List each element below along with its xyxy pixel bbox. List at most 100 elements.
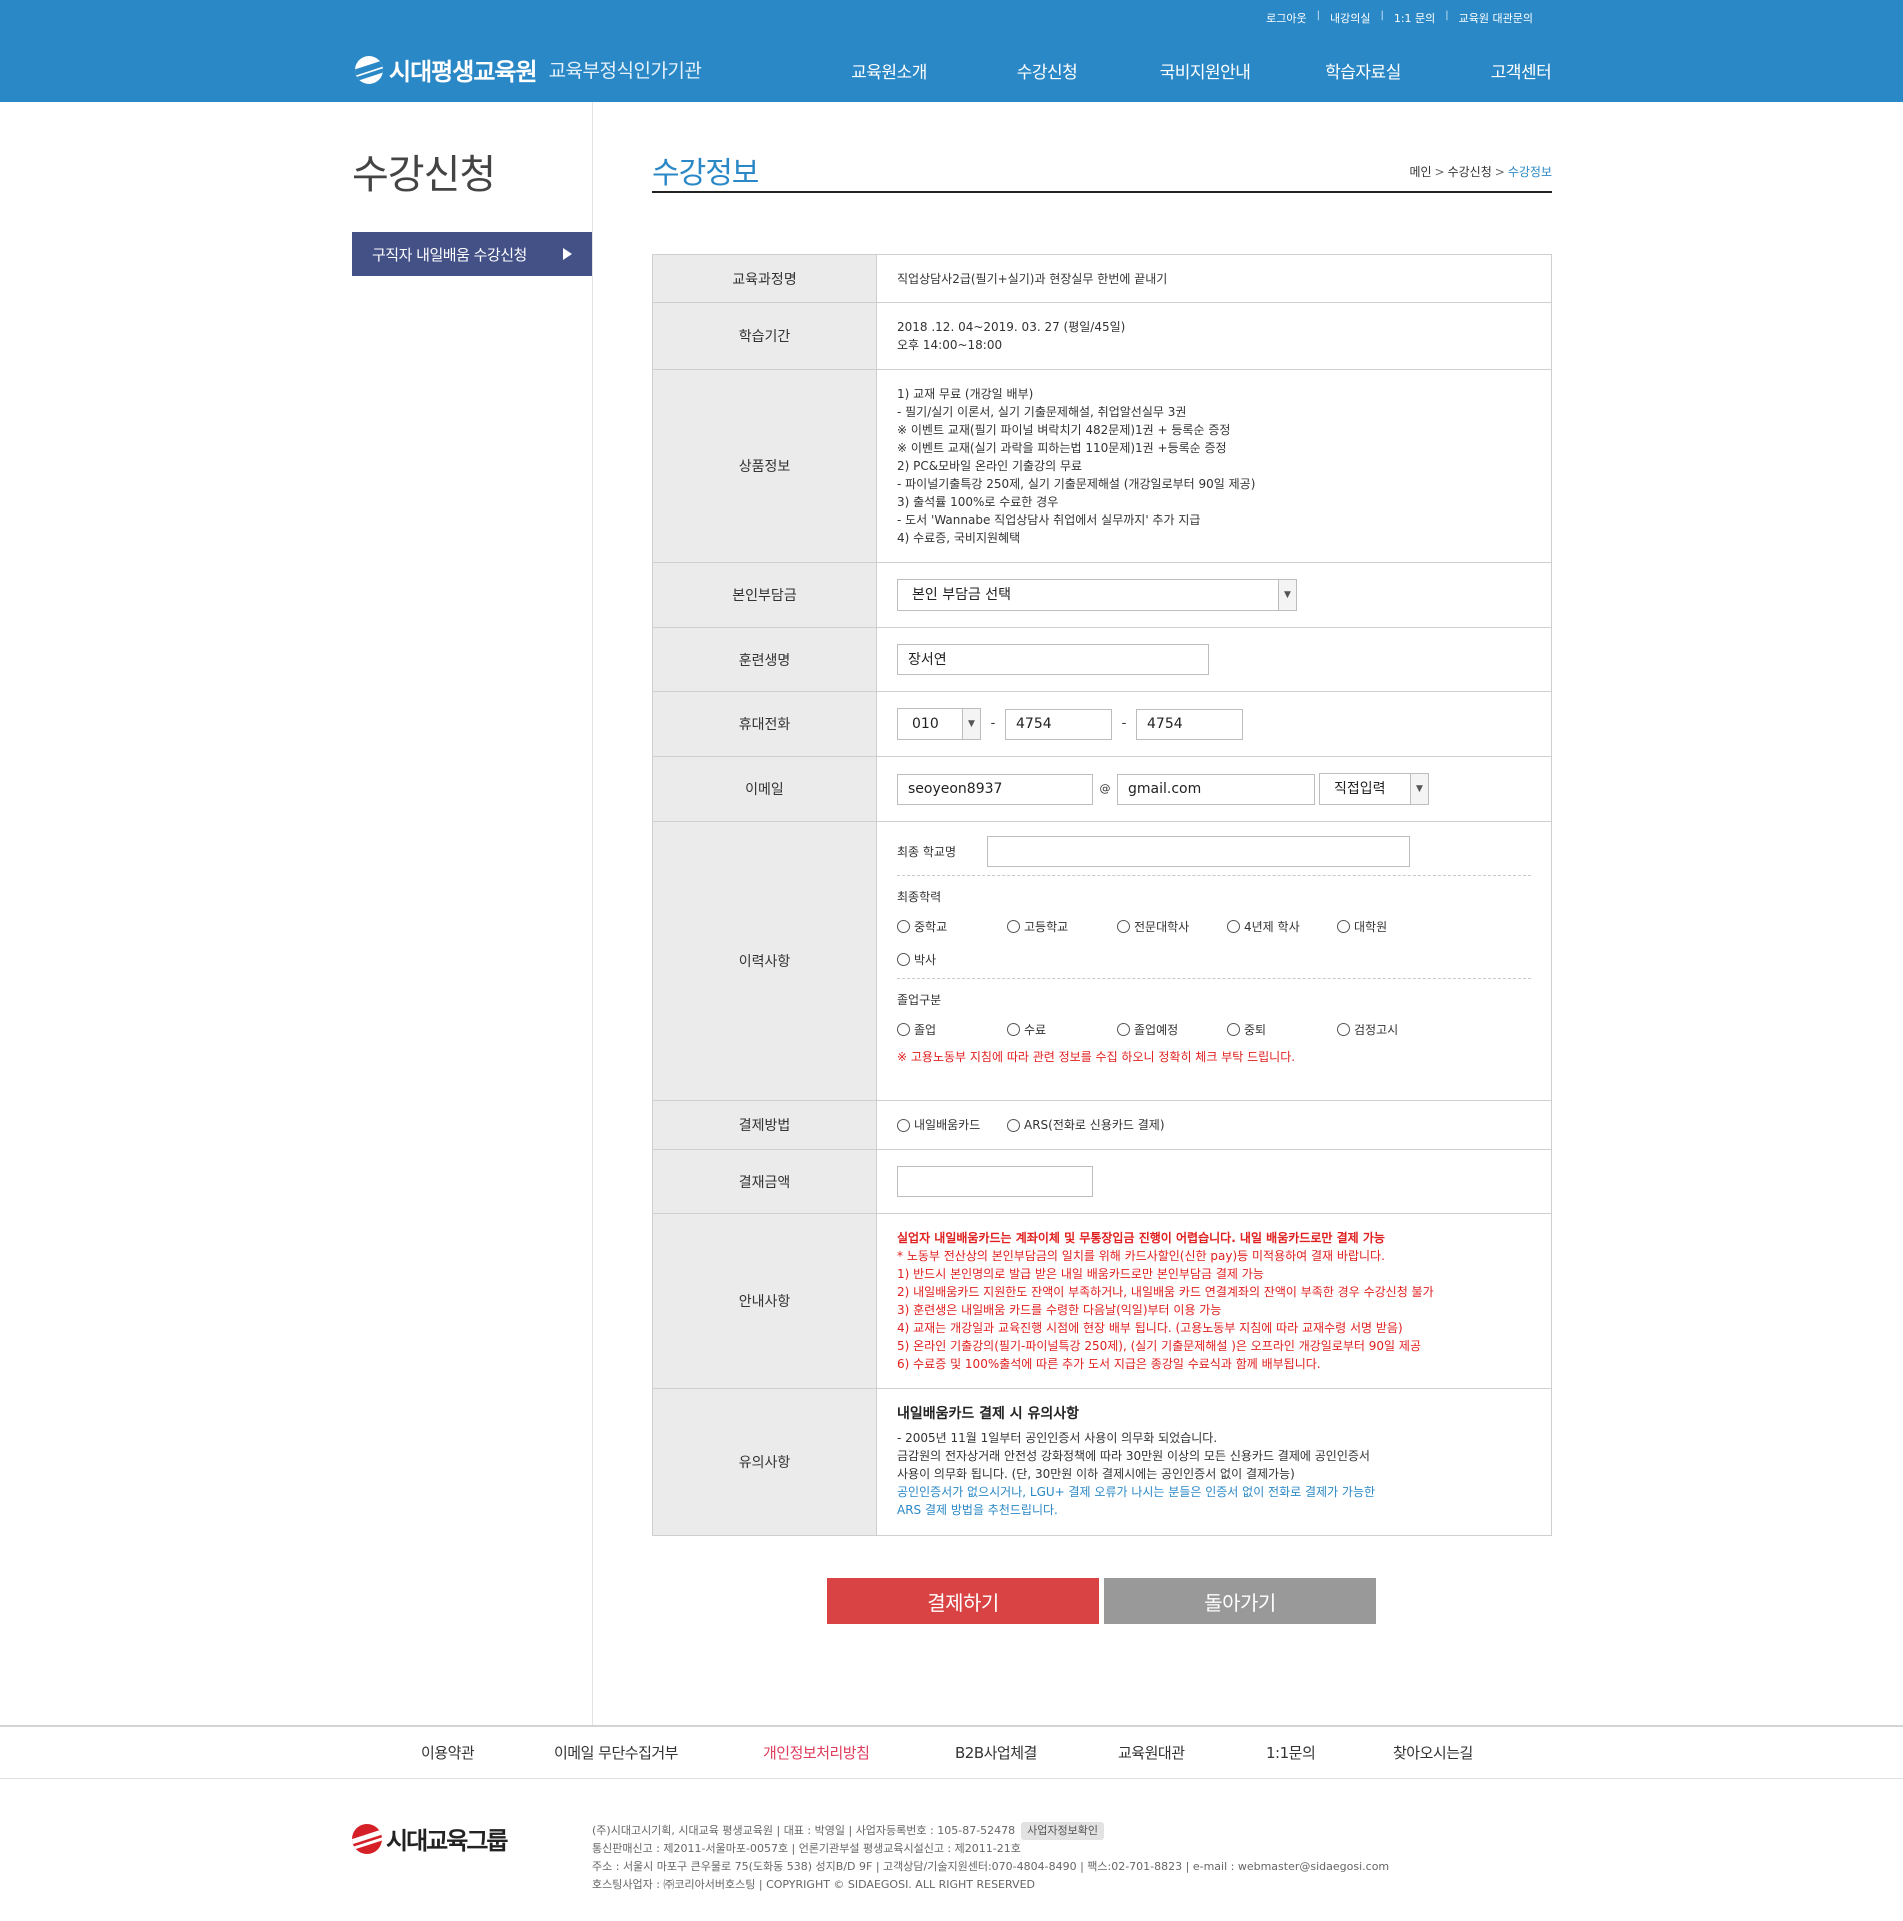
footer-link-rental[interactable]: 교육원대관 <box>1118 1742 1185 1763</box>
nav-resources[interactable]: 학습자료실 <box>1284 58 1442 83</box>
row-trainee: 훈련생명 장서연 <box>653 628 1551 692</box>
logout-link[interactable]: 로그아웃 <box>1256 10 1316 26</box>
footer-link-b2b[interactable]: B2B사업체결 <box>955 1742 1037 1763</box>
grad-option-expected[interactable]: 졸업예정 <box>1117 1013 1227 1046</box>
company-info-line: (주)시대고시기획, 시대교육 평생교육원 | 대표 : 박영일 | 사업자등록… <box>592 1824 1016 1837</box>
sidebar-item-job-seeker-enroll[interactable]: 구직자 내일배움 수강신청 <box>352 232 592 276</box>
phone-last-input[interactable]: 4754 <box>1136 708 1243 740</box>
footer-link-directions[interactable]: 찾아오시는길 <box>1393 1742 1473 1763</box>
nav-national-support[interactable]: 국비지원안내 <box>1126 58 1284 83</box>
radio-icon <box>897 1023 910 1036</box>
email-id-input[interactable]: seoyeon8937 <box>897 773 1093 805</box>
business-info-button[interactable]: 사업자정보확인 <box>1021 1822 1104 1840</box>
email-at: @ <box>1099 782 1111 795</box>
phone-middle-input[interactable]: 4754 <box>1005 708 1112 740</box>
grad-option-ged[interactable]: 검정고시 <box>1337 1013 1447 1046</box>
edu-option-middle-school[interactable]: 중학교 <box>897 910 1007 943</box>
product-line: 4) 수료증, 국비지원혜택 <box>897 531 1021 545</box>
pay-button[interactable]: 결제하기 <box>827 1578 1099 1624</box>
footer-link-inquiry[interactable]: 1:1문의 <box>1266 1742 1316 1763</box>
row-course: 교육과정명 직업상담사2급(필기+실기)과 현장실무 한번에 끝내기 <box>653 255 1551 303</box>
radio-icon <box>897 953 910 966</box>
title-underline <box>652 191 1552 193</box>
label-self-pay: 본인부담금 <box>653 563 877 627</box>
radio-icon <box>1337 1023 1350 1036</box>
logo-subtitle: 교육부정식인가기관 <box>548 60 702 82</box>
education-radios: 중학교 고등학교 전문대학사 4년제 학사 대학원 박사 <box>897 910 1531 976</box>
label-amount: 결재금액 <box>653 1150 877 1213</box>
period-dates: 2018 .12. 04~2019. 03. 27 (평일/45일) <box>897 320 1126 334</box>
edu-option-high-school[interactable]: 고등학교 <box>1007 910 1117 943</box>
footer-logo: 시대교육그룹 <box>352 1821 508 1856</box>
row-self-pay: 본인부담금 본인 부담금 선택 ▼ <box>653 563 1551 628</box>
row-phone: 휴대전화 010 ▼ - 4754 - 4754 <box>653 692 1551 757</box>
school-name-input[interactable] <box>987 836 1410 867</box>
row-caution: 유의사항 내일배움카드 결제 시 유의사항 - 2005년 11월 1일부터 공… <box>653 1389 1551 1535</box>
product-line: 2) PC&모바일 온라인 기출강의 무료 <box>897 459 1083 473</box>
radio-icon <box>1337 920 1350 933</box>
edu-option-bachelor[interactable]: 4년제 학사 <box>1227 910 1337 943</box>
chevron-right-icon: > <box>1494 165 1505 179</box>
sidebar-divider <box>592 102 593 1726</box>
radio-icon <box>897 920 910 933</box>
row-period: 학습기간 2018 .12. 04~2019. 03. 27 (평일/45일) … <box>653 303 1551 370</box>
sidebar-title: 수강신청 <box>352 152 496 198</box>
payment-option-card[interactable]: 내일배움카드 <box>897 1109 1007 1142</box>
grad-option-graduated[interactable]: 졸업 <box>897 1013 1007 1046</box>
nav-customer-center[interactable]: 고객센터 <box>1442 58 1600 83</box>
edu-option-junior-college[interactable]: 전문대학사 <box>1117 910 1227 943</box>
product-line: - 파이널기출특강 250제, 실기 기출문제해설 (개강일로부터 90일 제공… <box>897 477 1256 491</box>
grad-option-dropout[interactable]: 중퇴 <box>1227 1013 1337 1046</box>
company-info-line: 통신판매신고 : 제2011-서울마포-0057호 | 언론기관부설 평생교육시… <box>592 1842 1021 1855</box>
label-history: 이력사항 <box>653 822 877 1100</box>
company-info-line: 호스팅사업자 : ㈜코리아서버호스팅 | COPYRIGHT © SIDAEGO… <box>592 1878 1035 1891</box>
edu-option-graduate[interactable]: 대학원 <box>1337 910 1447 943</box>
amount-input[interactable] <box>897 1166 1093 1197</box>
my-classroom-link[interactable]: 내강의실 <box>1320 10 1380 26</box>
logo-name: 시대평생교육원 <box>389 58 538 86</box>
period-time: 오후 14:00~18:00 <box>897 338 1003 352</box>
chevron-down-icon: ▼ <box>1410 774 1428 804</box>
footer-link-privacy[interactable]: 개인정보처리방침 <box>763 1742 870 1763</box>
radio-icon <box>1227 1023 1240 1036</box>
radio-icon <box>897 1118 910 1132</box>
back-button[interactable]: 돌아가기 <box>1104 1578 1376 1624</box>
radio-icon <box>1007 920 1020 933</box>
label-guide: 안내사항 <box>653 1214 877 1388</box>
footer-link-terms[interactable]: 이용약관 <box>421 1742 475 1763</box>
guide-line: 4) 교재는 개강일과 교육진행 시점에 현장 배부 됩니다. (고용노동부 지… <box>897 1321 1403 1335</box>
row-product: 상품정보 1) 교재 무료 (개강일 배부) - 필기/실기 이론서, 실기 기… <box>653 370 1551 563</box>
self-pay-select[interactable]: 본인 부담금 선택 ▼ <box>897 579 1297 611</box>
breadcrumb-home[interactable]: 메인 <box>1409 165 1431 179</box>
footer-links: 이용약관 이메일 무단수집거부 개인정보처리방침 B2B사업체결 교육원대관 1… <box>0 1727 1903 1779</box>
radio-icon <box>1227 920 1240 933</box>
site-logo[interactable]: 시대평생교육원 교육부정식인가기관 <box>355 52 702 87</box>
inquiry-link[interactable]: 1:1 문의 <box>1384 10 1445 26</box>
label-email: 이메일 <box>653 757 877 821</box>
nav-about[interactable]: 교육원소개 <box>810 58 968 83</box>
grad-option-completed[interactable]: 수료 <box>1007 1013 1117 1046</box>
chevron-down-icon: ▼ <box>1278 580 1296 610</box>
label-phone: 휴대전화 <box>653 692 877 756</box>
education-label: 최종학력 <box>897 890 942 904</box>
rental-inquiry-link[interactable]: 교육원 대관문의 <box>1449 10 1543 26</box>
guide-line: 6) 수료증 및 100%출석에 따른 추가 도서 지급은 종강일 수료식과 함… <box>897 1357 1321 1371</box>
sidebar-item-label: 구직자 내일배움 수강신청 <box>372 245 527 264</box>
label-trainee: 훈련생명 <box>653 628 877 691</box>
phone-dash: - <box>990 716 996 731</box>
trainee-name-input[interactable]: 장서연 <box>897 644 1209 675</box>
email-domain-input[interactable]: gmail.com <box>1117 773 1315 805</box>
phone-prefix-select[interactable]: 010 ▼ <box>897 708 981 740</box>
top-header: 로그아웃 | 내강의실 | 1:1 문의 | 교육원 대관문의 시대평생교육원 교육부… <box>0 0 1903 102</box>
guide-headline: 실업자 내일배움카드는 계좌이체 및 무통장입금 진행이 어렵습니다. 내일 배… <box>897 1231 1385 1245</box>
footer-link-email-refusal[interactable]: 이메일 무단수집거부 <box>554 1742 678 1763</box>
company-info: (주)시대고시기획, 시대교육 평생교육원 | 대표 : 박영일 | 사업자등록… <box>592 1822 1389 1894</box>
breadcrumb-enroll[interactable]: 수강신청 <box>1448 165 1492 179</box>
row-history: 이력사항 최종 학교명 최종학력 중학교 고등학교 전문대학사 4년제 학사 대… <box>653 822 1551 1101</box>
play-arrow-icon <box>563 248 572 260</box>
email-domain-select[interactable]: 직접입력 ▼ <box>1319 773 1429 805</box>
nav-enroll[interactable]: 수강신청 <box>968 58 1126 83</box>
edu-option-doctorate[interactable]: 박사 <box>897 943 1007 976</box>
payment-option-ars[interactable]: ARS(전화로 신용카드 결제) <box>1007 1109 1227 1142</box>
label-period: 학습기간 <box>653 303 877 369</box>
